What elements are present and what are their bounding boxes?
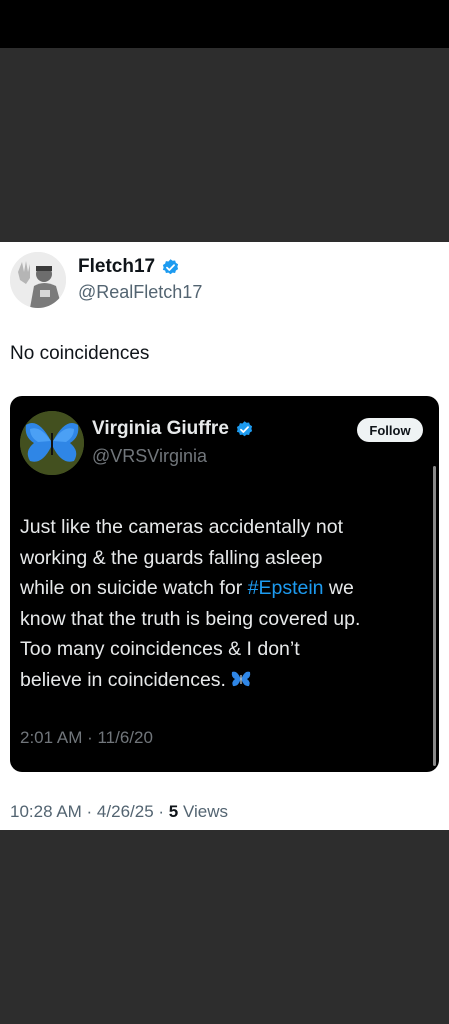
- views-count[interactable]: 5: [169, 802, 178, 821]
- quoted-text-segment: while on suicide watch for: [20, 577, 248, 599]
- quoted-post-text: Just like the cameras accidentally not w…: [20, 512, 432, 695]
- quoted-timestamp[interactable]: 2:01 AM · 11/6/20: [20, 728, 153, 748]
- quoted-author-avatar[interactable]: [20, 411, 84, 475]
- author-avatar[interactable]: [10, 252, 66, 308]
- post-timestamp[interactable]: 10:28 AM · 4/26/25 ·: [10, 802, 169, 821]
- quoted-author-name[interactable]: Virginia Giuffre: [92, 418, 229, 440]
- quoted-text-line: believe in coincidences.: [20, 665, 432, 696]
- quoted-text-line: while on suicide watch for #Epstein we: [20, 573, 432, 604]
- author-name[interactable]: Fletch17: [78, 256, 155, 278]
- follow-button[interactable]: Follow: [357, 418, 423, 442]
- quoted-text-line: know that the truth is being covered up.: [20, 607, 361, 630]
- views-label: Views: [178, 802, 228, 821]
- butterfly-emoji-icon: [232, 671, 251, 686]
- verified-badge-icon: [236, 420, 253, 436]
- hashtag-link[interactable]: #Epstein: [248, 577, 324, 599]
- top-letterbox: [0, 0, 449, 48]
- bottom-background: [0, 830, 449, 1024]
- verified-badge-icon: [162, 258, 179, 274]
- top-background: [0, 48, 449, 242]
- quoted-text-line: Too many coincidences & I don’t: [20, 638, 300, 660]
- quoted-author-handle[interactable]: @VRSVirginia: [92, 446, 207, 467]
- post-text: No coincidences: [10, 343, 150, 364]
- post-meta: 10:28 AM · 4/26/25 · 5 Views: [10, 802, 228, 822]
- quoted-text-line: working & the guards falling asleep: [20, 546, 323, 569]
- quoted-text-segment: we: [323, 577, 354, 599]
- author-handle[interactable]: @RealFletch17: [78, 282, 202, 303]
- quoted-post[interactable]: Virginia Giuffre @VRSVirginia Follow Jus…: [10, 396, 439, 772]
- quoted-text-line: Just like the cameras accidentally not: [20, 516, 343, 538]
- quoted-text-segment: believe in coincidences.: [20, 668, 232, 691]
- scrollbar[interactable]: [433, 466, 436, 766]
- post-card[interactable]: Fletch17 @RealFletch17 No coincidences V…: [0, 242, 449, 830]
